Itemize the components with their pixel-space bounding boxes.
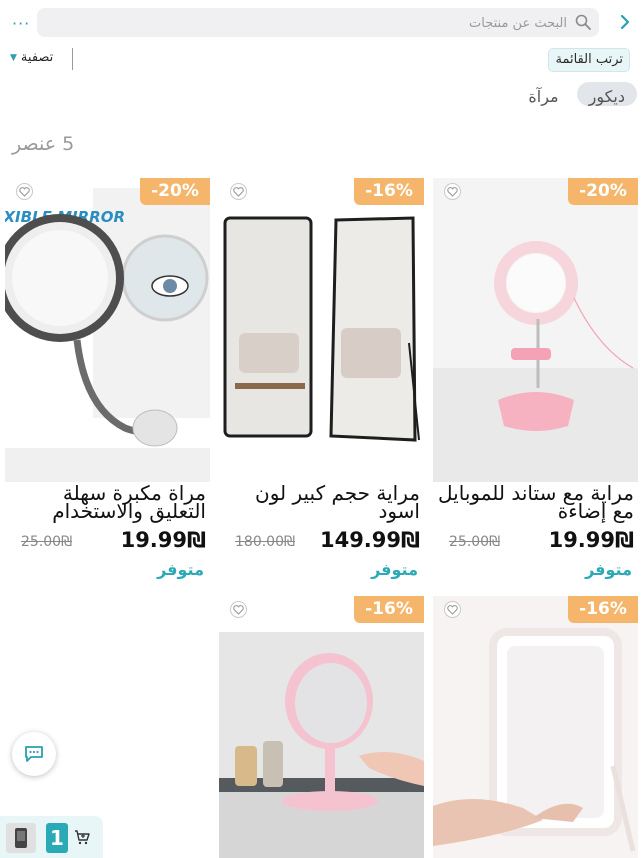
product-image[interactable]: [433, 178, 638, 482]
heart-icon[interactable]: [230, 601, 247, 618]
product-image[interactable]: [433, 596, 638, 858]
product-price: 19.99₪: [120, 528, 206, 552]
heart-icon[interactable]: [444, 601, 461, 618]
cart-bar[interactable]: 1: [0, 816, 103, 858]
product-title[interactable]: مراية مع ستاند للموبايل مع إضاءة: [434, 484, 634, 524]
product-card[interactable]: 16%-: [219, 596, 424, 858]
discount-badge: 16%-: [354, 596, 424, 623]
product-price: 149.99₪: [319, 528, 420, 552]
product-card[interactable]: 16%-: [433, 596, 638, 858]
product-image-art: [219, 178, 424, 482]
chat-button[interactable]: [12, 732, 56, 776]
product-image-art: [219, 596, 424, 858]
cart-count: 1: [46, 823, 68, 853]
chip-decor[interactable]: ديكور: [576, 82, 637, 106]
product-image[interactable]: [219, 178, 424, 482]
discount-badge: 20%-: [568, 178, 638, 205]
search-input[interactable]: [33, 8, 569, 39]
product-image-art: MY FLEXIBLE MIRROR: [5, 178, 210, 482]
chevron-right-icon[interactable]: [619, 13, 631, 31]
product-price: 19.99₪: [548, 528, 634, 552]
heart-icon[interactable]: [16, 183, 33, 200]
cart-item-thumbnail: [6, 823, 36, 853]
product-card[interactable]: 16%- مراية حجم كبير لون اسود 149.99₪ 180…: [219, 178, 424, 588]
category-chips: ديكور مرآة: [516, 82, 637, 106]
stock-status: متوفر: [585, 560, 632, 579]
product-image-art: [433, 596, 638, 858]
add-to-cart-icon[interactable]: [74, 829, 90, 845]
product-image[interactable]: [219, 596, 424, 858]
discount-badge: 20%-: [140, 178, 210, 205]
stock-status: متوفر: [371, 560, 418, 579]
item-count: 5 عنصر: [12, 133, 75, 155]
filter-label: تصفية: [20, 50, 54, 65]
more-options-button[interactable]: ···: [12, 14, 30, 33]
chevron-down-icon: ▼: [10, 52, 17, 63]
stock-status: متوفر: [157, 560, 204, 579]
discount-badge: 16%-: [568, 596, 638, 623]
chat-icon: [25, 746, 43, 762]
search-box[interactable]: [33, 8, 599, 39]
filter-button[interactable]: تصفية ▼: [10, 50, 53, 65]
product-title[interactable]: مراية حجم كبير لون اسود: [220, 484, 420, 524]
product-title[interactable]: مرآة مكبرة سهلة التعليق والاستخدام: [6, 484, 206, 524]
product-image[interactable]: MY FLEXIBLE MIRROR: [5, 178, 210, 482]
divider: [72, 48, 73, 70]
sort-button[interactable]: ترتب القائمة: [548, 48, 630, 72]
chip-mirror[interactable]: مرآة: [516, 82, 570, 106]
product-old-price: 180.00₪: [235, 534, 295, 550]
search-icon: [575, 14, 591, 30]
product-old-price: 25.00₪: [449, 534, 501, 550]
product-old-price: 25.00₪: [21, 534, 73, 550]
product-card[interactable]: MY FLEXIBLE MIRROR 20%- مرآة مكبرة سهلة …: [5, 178, 210, 588]
heart-icon[interactable]: [444, 183, 461, 200]
product-card[interactable]: 20%- مراية مع ستاند للموبايل مع إضاءة 19…: [433, 178, 638, 588]
top-bar: ···: [0, 0, 643, 46]
discount-badge: 16%-: [354, 178, 424, 205]
product-image-art: [433, 178, 638, 482]
heart-icon[interactable]: [230, 183, 247, 200]
